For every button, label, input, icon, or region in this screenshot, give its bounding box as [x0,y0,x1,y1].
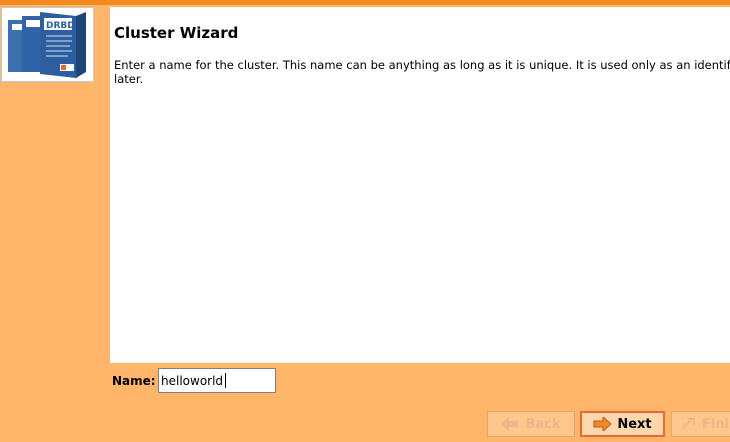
back-button-label: Back [525,416,561,432]
back-button[interactable]: Back [487,411,575,437]
arrow-left-icon [501,417,519,431]
next-button[interactable]: Next [580,411,665,437]
drbd-logo-icon: DRBD [1,7,94,82]
name-field-label: Name: [112,374,156,388]
wizard-content-panel: Cluster Wizard Enter a name for the clus… [110,7,730,363]
cluster-name-input[interactable] [158,368,276,393]
finish-button-label: Finish [702,416,730,432]
wizard-description: Enter a name for the cluster. This name … [114,58,730,86]
arrow-right-icon [593,417,612,431]
top-accent-strip [0,0,730,5]
finish-button[interactable]: Finish [671,411,730,437]
next-button-label: Next [617,416,652,432]
finish-icon [680,417,696,431]
text-caret [225,373,226,388]
wizard-title: Cluster Wizard [114,24,239,42]
svg-text:DRBD: DRBD [46,21,75,31]
